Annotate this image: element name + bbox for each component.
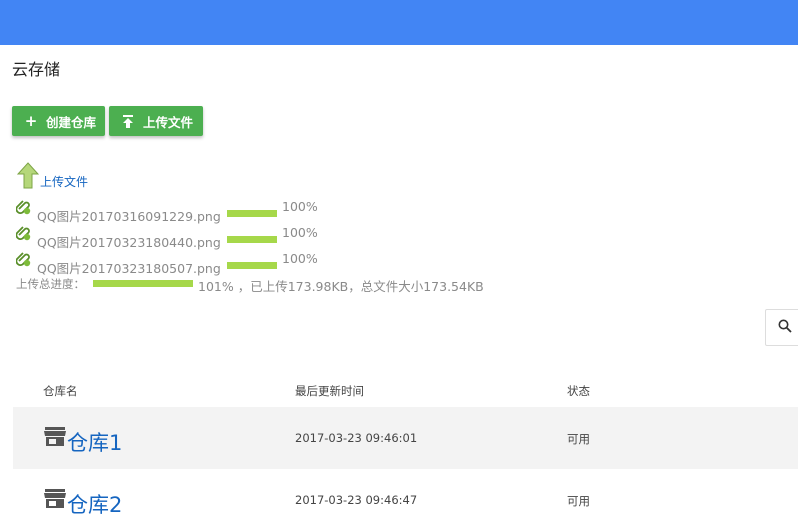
column-header-updated: 最后更新时间 xyxy=(295,384,364,398)
search-icon xyxy=(778,318,792,337)
upload-icon xyxy=(121,114,135,128)
upload-arrow-icon[interactable] xyxy=(16,162,40,193)
repo-name-link[interactable]: 仓库1 xyxy=(67,427,122,457)
repository-table: 仓库名 最后更新时间 状态 仓库1 2017-03-23 09:46:01 可用… xyxy=(13,371,798,531)
plus-icon: + xyxy=(24,112,38,130)
column-header-status: 状态 xyxy=(567,384,590,398)
file-progress-bar xyxy=(227,210,277,217)
file-progress-bar xyxy=(227,262,277,269)
attachment-icon xyxy=(15,251,32,271)
top-app-bar xyxy=(0,0,798,45)
repo-updated-time: 2017-03-23 09:46:01 xyxy=(295,431,418,445)
store-icon xyxy=(44,489,66,513)
upload-file-button[interactable]: 上传文件 xyxy=(109,106,203,136)
file-progress-percent: 100% xyxy=(282,199,318,214)
repo-name-link[interactable]: 仓库2 xyxy=(67,489,122,519)
file-progress-percent: 100% xyxy=(282,251,318,266)
total-progress-summary: 101% ，已上传173.98KB，总文件大小173.54KB xyxy=(198,279,484,294)
create-repo-label: 创建仓库 xyxy=(46,114,97,130)
upload-file-label: 上传文件 xyxy=(143,114,194,130)
file-name: QQ图片20170316091229.png xyxy=(37,209,221,224)
upload-file-link[interactable]: 上传文件 xyxy=(40,173,88,190)
store-icon xyxy=(44,427,66,451)
table-row[interactable]: 仓库1 2017-03-23 09:46:01 可用 xyxy=(13,407,798,469)
total-progress-bar xyxy=(93,280,193,287)
repo-updated-time: 2017-03-23 09:46:47 xyxy=(295,493,418,507)
table-row[interactable]: 仓库2 2017-03-23 09:46:47 可用 xyxy=(13,469,798,531)
column-header-name: 仓库名 xyxy=(43,384,78,398)
repo-status: 可用 xyxy=(567,432,590,446)
table-header: 仓库名 最后更新时间 状态 xyxy=(13,371,798,407)
repo-status: 可用 xyxy=(567,494,590,508)
search-button[interactable] xyxy=(765,309,798,346)
file-name: QQ图片20170323180507.png xyxy=(37,261,221,276)
attachment-icon xyxy=(15,225,32,245)
total-progress-label: 上传总进度： xyxy=(16,277,85,291)
create-repo-button[interactable]: + 创建仓库 xyxy=(12,106,105,136)
file-progress-percent: 100% xyxy=(282,225,318,240)
attachment-icon xyxy=(15,199,32,219)
file-progress-bar xyxy=(227,236,277,243)
file-name: QQ图片20170323180440.png xyxy=(37,235,221,250)
page-title: 云存储 xyxy=(12,60,61,79)
